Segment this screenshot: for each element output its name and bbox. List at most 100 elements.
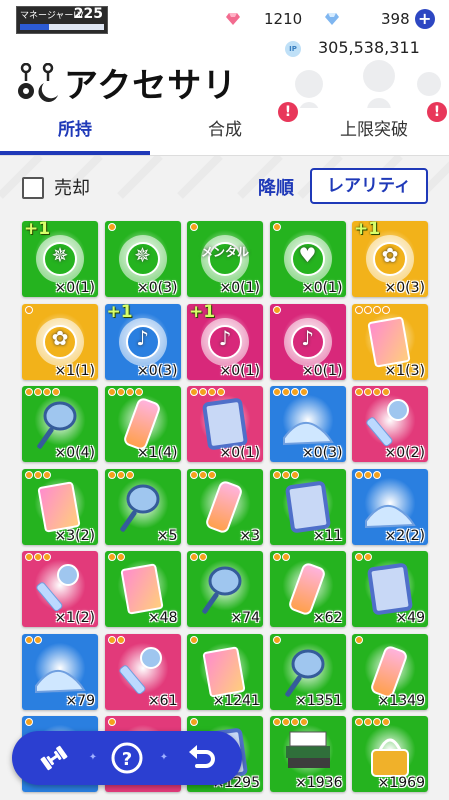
help-question-icon[interactable]: ? [109,740,145,776]
star-icon [208,470,216,479]
rarity-stars [190,388,225,396]
accessory-item-card[interactable]: ×79 [22,633,98,710]
accessory-item-card[interactable]: ×74 [187,551,263,627]
paid-gem-counter: 1210 [226,8,302,30]
manager-level-value: 225 [73,6,103,22]
rarity-stars [107,470,134,479]
item-glyph: ♥ [298,243,317,267]
blue-gem-icon [325,13,339,25]
accessory-item-card[interactable]: ×1969 [352,716,428,792]
star-icon [364,305,372,314]
accessory-item-card[interactable]: ×5 [104,468,181,545]
accessory-item-card[interactable]: ×48 [104,551,181,627]
star-icon [382,388,390,396]
item-count: ×1241 [212,692,260,709]
item-count: ×61 [147,692,178,709]
accessory-item-card[interactable]: ✿ ×1(1) [22,303,98,380]
accessory-item-card[interactable]: ♪ +1 ×0(3) [104,303,181,380]
accessory-item-card[interactable]: ♪ ×0(1) [269,303,346,380]
accessory-item-card[interactable]: ✿ +1 ×0(3) [352,221,428,297]
add-gem-button[interactable]: + [414,9,435,29]
accessory-item-card[interactable]: ×3 [187,468,263,545]
accessory-item-card[interactable]: ✵ ×0(3) [104,221,181,297]
plus-one-badge: +1 [24,221,51,239]
accessory-item-card[interactable]: ×62 [269,551,346,627]
accessory-item-card[interactable]: ×0(2) [352,386,428,462]
rarity-stars [272,635,281,644]
manager-level-box[interactable]: マネージャーLV 225 [16,6,108,34]
star-icon [272,223,281,231]
star-icon [107,635,116,644]
accessory-item-card[interactable]: ×0(1) [187,386,263,462]
accessory-item-card[interactable]: ×1(4) [104,386,181,462]
item-count: ×0(1) [302,280,343,296]
item-count: ×0(2) [384,445,425,461]
star-icon [34,553,42,561]
accessory-item-card[interactable]: ♥ ×0(1) [269,221,346,297]
training-dumbbell-icon[interactable] [36,740,72,776]
back-arrow-icon[interactable] [184,740,220,776]
accessory-earring-icon [18,63,58,102]
header-watermark-icon [295,60,441,108]
accessory-item-card[interactable]: ×61 [104,633,181,710]
sell-checkbox[interactable] [22,177,44,199]
star-icon [355,470,363,479]
tab-synthesis[interactable]: 合成 [150,108,300,156]
accessory-item-card[interactable]: ×1(3) [352,303,428,380]
item-count: ×3 [239,527,260,544]
item-count: ×1(2) [54,610,95,626]
item-glyph: ♪ [301,325,314,350]
star-icon [272,553,281,561]
synthesis-alert-icon: ! [278,102,298,122]
accessory-item-card[interactable]: ×2(2) [352,468,428,545]
accessory-item-card[interactable]: ×49 [352,551,428,627]
item-count: ×0(3) [137,280,178,296]
sort-rarity-button[interactable]: レアリティ [310,168,428,204]
accessory-item-card[interactable]: ×1241 [187,633,263,710]
star-icon [134,388,143,396]
star-icon [107,470,116,479]
rarity-stars [272,388,308,396]
accessory-item-card[interactable]: ♪ +1 ×0(1) [187,303,263,380]
star-icon [25,305,33,314]
tab-limit-break[interactable]: 上限突破 [299,108,449,156]
item-count: ×0(3) [302,445,343,461]
item-count: ×62 [312,610,343,626]
star-icon [208,388,216,396]
accessory-item-card[interactable]: メンタル ×0(1) [187,221,263,297]
accessory-item-card[interactable]: ×1349 [352,633,428,710]
accessory-item-card[interactable]: ×1(2) [22,551,98,627]
accessory-item-card[interactable]: ×1351 [269,633,346,710]
star-icon [281,388,290,396]
star-icon [25,388,33,396]
star-icon [299,388,308,396]
manager-exp-bar [20,24,104,30]
star-icon [373,470,381,479]
star-icon [25,635,33,644]
accessory-item-card[interactable]: ×0(4) [22,386,98,462]
star-icon [355,388,363,396]
item-count: ×1969 [377,775,425,791]
item-count: ×1(3) [384,362,425,379]
item-count: ×0(1) [219,280,260,296]
fab-separator: ✦ [88,752,98,763]
accessory-item-card[interactable]: ✵ +1 ×0(1) [22,221,98,297]
accessory-item-card[interactable]: ×1936 [269,716,346,792]
tab-owned[interactable]: 所持 [0,108,150,156]
fab-separator: ✦ [159,752,169,763]
item-count: ×1(4) [137,445,178,461]
accessory-item-card[interactable]: ×3(2) [22,468,98,545]
accessory-item-card[interactable]: ×0(3) [269,386,346,462]
rarity-stars [107,553,125,561]
rarity-stars [107,223,116,231]
sell-label: 売却 [54,178,90,199]
rarity-stars [355,718,390,726]
star-icon [364,470,372,479]
star-icon [190,388,198,396]
rarity-stars [190,553,207,561]
plus-one-badge: +1 [106,303,133,322]
accessory-item-card[interactable]: ×11 [269,468,346,545]
sort-order-toggle[interactable]: 降順 [258,174,294,200]
rarity-stars [355,553,372,561]
rarity-stars [25,388,60,396]
